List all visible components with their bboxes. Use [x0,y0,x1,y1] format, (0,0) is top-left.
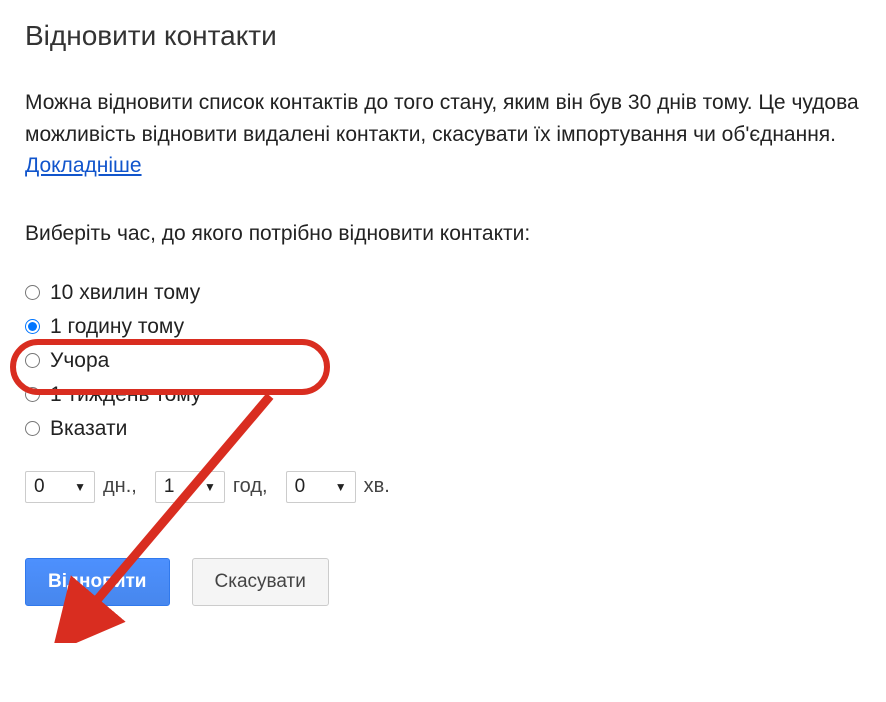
time-prompt: Виберіть час, до якого потрібно відновит… [25,222,861,246]
hours-select[interactable]: 1 ▼ [155,471,225,503]
radio-1-hour[interactable]: 1 годину тому [25,315,861,339]
time-radio-group: 10 хвилин тому 1 годину тому Учора 1 тиж… [25,281,861,441]
page-title: Відновити контакти [25,20,861,52]
days-unit: дн., [103,475,137,498]
radio-input-1week[interactable] [25,387,40,402]
radio-input-1hour[interactable] [25,319,40,334]
minutes-unit: хв. [364,475,390,498]
minutes-value: 0 [295,476,306,498]
radio-10-minutes[interactable]: 10 хвилин тому [25,281,861,305]
description-body: Можна відновити список контактів до того… [25,91,859,146]
cancel-button[interactable]: Скасувати [192,558,329,606]
radio-input-yesterday[interactable] [25,353,40,368]
radio-label-1week: 1 тиждень тому [50,383,201,407]
learn-more-link[interactable]: Докладніше [25,154,142,177]
radio-1-week[interactable]: 1 тиждень тому [25,383,861,407]
radio-yesterday[interactable]: Учора [25,349,861,373]
radio-label-custom: Вказати [50,417,127,441]
radio-custom[interactable]: Вказати [25,417,861,441]
radio-input-10min[interactable] [25,285,40,300]
restore-button[interactable]: Відновити [25,558,170,606]
hours-unit: год, [233,475,268,498]
action-buttons: Відновити Скасувати [25,558,861,606]
hours-value: 1 [164,476,175,498]
radio-label-10min: 10 хвилин тому [50,281,200,305]
caret-down-icon: ▼ [335,480,347,494]
caret-down-icon: ▼ [74,480,86,494]
radio-label-1hour: 1 годину тому [50,315,184,339]
days-select[interactable]: 0 ▼ [25,471,95,503]
caret-down-icon: ▼ [204,480,216,494]
minutes-select[interactable]: 0 ▼ [286,471,356,503]
custom-time-row: 0 ▼ дн., 1 ▼ год, 0 ▼ хв. [25,471,861,503]
radio-input-custom[interactable] [25,421,40,436]
description-text: Можна відновити список контактів до того… [25,87,861,182]
days-value: 0 [34,476,45,498]
radio-label-yesterday: Учора [50,349,109,373]
